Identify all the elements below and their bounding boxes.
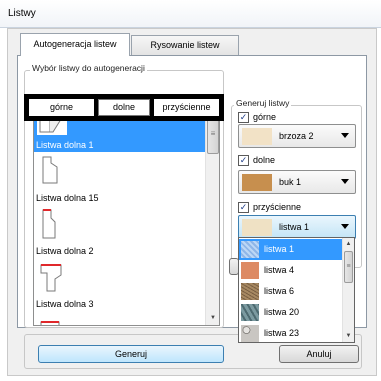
profile-thumbnail (42, 156, 58, 184)
list-item[interactable]: Listwa dolna 2 (34, 205, 205, 258)
checkbox-wall-label: przyścienne (253, 202, 302, 212)
check-icon: ✓ (239, 202, 248, 212)
profile-thumbnail (40, 264, 62, 292)
window-titlebar: Listwy (0, 0, 381, 28)
check-icon: ✓ (239, 112, 248, 122)
segment-top-label: górne (49, 102, 74, 112)
option-swatch (241, 283, 259, 300)
profile-thumbnail (42, 209, 56, 239)
material-swatch (242, 174, 272, 191)
window-title: Listwy (8, 8, 36, 19)
segment-selector: górne dolne przyścienne (24, 94, 224, 121)
scroll-down-arrow-icon[interactable]: ▼ (343, 330, 354, 342)
top-material-combo[interactable]: brzoza 2 (238, 124, 356, 148)
grip-icon: ≡ (210, 129, 216, 138)
combo-value: buk 1 (279, 177, 302, 187)
option-label: listwa 4 (264, 265, 295, 275)
option-label: listwa 6 (264, 286, 295, 296)
option-label: listwa 1 (264, 244, 295, 254)
checkbox-bottom-label: dolne (253, 155, 276, 165)
option-swatch (241, 241, 259, 258)
wall-material-combo[interactable]: listwa 1 (238, 215, 356, 239)
tab-drawing[interactable]: Rysowanie listew (131, 35, 239, 55)
chevron-down-icon (341, 179, 349, 184)
list-item[interactable] (34, 311, 205, 325)
dropdown-scrollbar[interactable]: ▲ ≡ ▼ (342, 238, 354, 342)
bottom-material-combo[interactable]: buk 1 (238, 170, 356, 194)
cancel-button-label: Anuluj (306, 349, 332, 359)
list-item-label: Listwa dolna 15 (36, 193, 99, 203)
option-swatch (241, 325, 259, 342)
scroll-up-arrow-icon[interactable]: ▲ (343, 238, 354, 250)
generate-button-label: Generuj (114, 349, 148, 359)
cancel-button[interactable]: Anuluj (279, 345, 359, 363)
segment-wall-label: przyścienne (162, 102, 211, 112)
combo-value: listwa 1 (279, 222, 310, 232)
profile-thumbnail (40, 321, 60, 325)
list-item-label: Listwa dolna 2 (36, 246, 94, 256)
tab-autogeneration[interactable]: Autogeneracja listew (20, 33, 130, 56)
material-swatch (242, 219, 272, 236)
check-icon: ✓ (239, 155, 248, 165)
segment-wall[interactable]: przyścienne (154, 99, 219, 116)
dropdown-option[interactable]: listwa 23 (239, 323, 342, 342)
list-scrollbar[interactable]: ▲ ≡ ▼ (205, 99, 219, 325)
segment-bottom-label: dolne (112, 102, 136, 112)
dropdown-option[interactable]: listwa 6 (239, 281, 342, 302)
list-item-label: Listwa dolna 1 (36, 140, 94, 150)
profile-list[interactable]: Listwa dolna 1 Listwa dolna 15 Listwa do… (33, 98, 220, 326)
dropdown-option[interactable]: listwa 1 (239, 239, 342, 260)
segment-top[interactable]: górne (29, 99, 94, 116)
generate-button[interactable]: Generuj (38, 345, 224, 363)
checkbox-wall[interactable]: ✓ (238, 202, 249, 213)
checkbox-top[interactable]: ✓ (238, 112, 249, 123)
checkbox-bottom[interactable]: ✓ (238, 155, 249, 166)
selection-group-label: Wybór listwy do autogeneracji (30, 63, 147, 73)
tab-drawing-label: Rysowanie listew (150, 40, 220, 50)
chevron-down-icon (341, 224, 349, 229)
scrollbar-thumb[interactable]: ≡ (344, 251, 353, 283)
segment-bottom[interactable]: dolne (98, 99, 150, 116)
option-swatch (241, 304, 259, 321)
material-dropdown-list[interactable]: listwa 1 listwa 4 listwa 6 listwa 20 lis… (238, 237, 355, 343)
dropdown-option[interactable]: listwa 4 (239, 260, 342, 281)
list-item[interactable]: Listwa dolna 15 (34, 152, 205, 205)
list-item[interactable]: Listwa dolna 3 (34, 258, 205, 311)
chevron-down-icon (341, 133, 349, 138)
dropdown-option[interactable]: listwa 20 (239, 302, 342, 323)
option-label: listwa 23 (264, 328, 300, 338)
generate-group-label: Generuj listwy (234, 98, 292, 108)
list-item-label: Listwa dolna 3 (36, 299, 94, 309)
option-swatch (241, 262, 259, 279)
grip-icon: ≡ (346, 263, 351, 270)
tab-autogeneration-label: Autogeneracja listew (33, 39, 117, 49)
option-label: listwa 20 (264, 307, 300, 317)
combo-value: brzoza 2 (279, 131, 314, 141)
scroll-down-arrow-icon[interactable]: ▼ (206, 311, 219, 325)
material-swatch (242, 128, 272, 145)
checkbox-top-label: górne (253, 112, 277, 122)
